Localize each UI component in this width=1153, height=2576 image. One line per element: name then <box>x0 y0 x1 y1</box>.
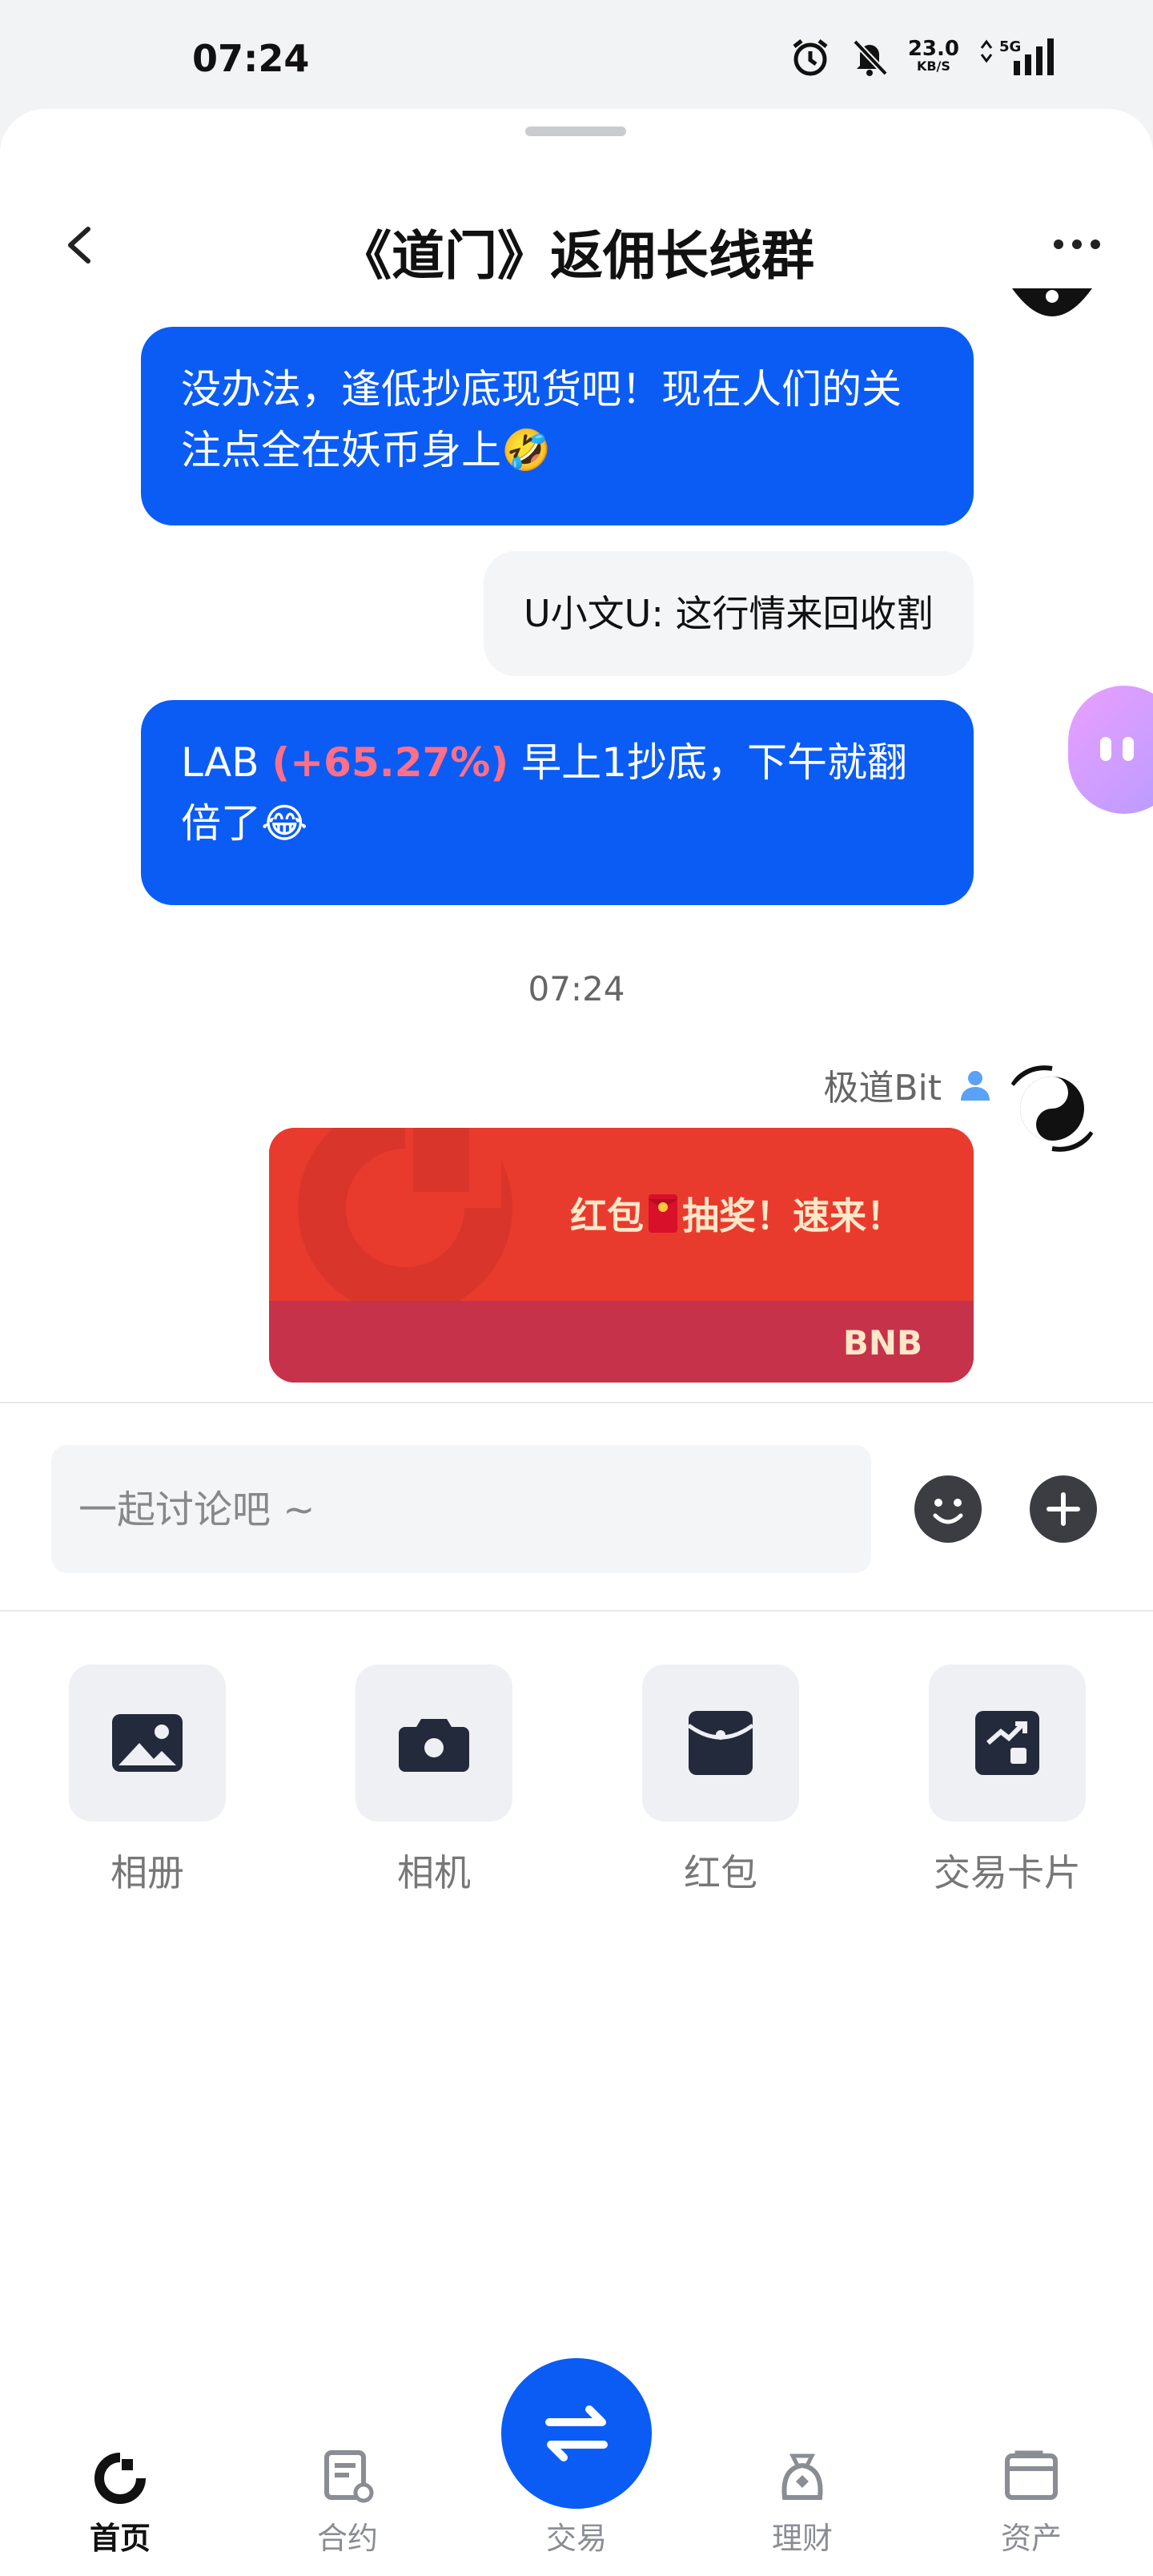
message-bubble[interactable]: LAB (+65.27%) 早上1抄底，下午就翻倍了😂 <box>141 700 974 905</box>
chat-header: 《道门》返佣长线群 <box>0 197 1153 293</box>
sender-name: 极道Bit <box>823 1068 942 1109</box>
finance-bag-icon <box>781 2453 823 2500</box>
bottom-tab-bar: 首页 合约 交易 理财 资产 <box>0 2347 1153 2576</box>
network-label: 5G <box>999 38 1021 55</box>
reply-text: U小文U: 这行情来回收割 <box>524 592 934 635</box>
chat-sheet: 《道门》返佣长线群 没办法，逢低抄底现货吧！现在人们的关注点全在妖币身上🤣 U小… <box>0 109 1153 2576</box>
tool-camera[interactable]: 相机 <box>356 1664 512 1897</box>
red-packet-text-after: 抽奖！速来！ <box>682 1194 903 1238</box>
tab-finance-label: 理财 <box>771 2521 833 2556</box>
message-input-box[interactable] <box>51 1445 871 1575</box>
plus-icon <box>1047 1492 1080 1526</box>
trade-fab[interactable] <box>501 2358 652 2509</box>
red-packet-text-before: 红包 <box>570 1194 644 1238</box>
message-timestamp: 07:24 <box>528 969 625 1008</box>
album-tile[interactable] <box>69 1664 226 1821</box>
tool-label: 红包 <box>684 1851 757 1894</box>
price-change[interactable]: (+65.27%) <box>271 739 508 786</box>
tab-assets[interactable]: 资产 <box>967 2448 1095 2558</box>
emoji-icon <box>933 1499 963 1524</box>
swap-arrows-icon <box>545 2405 608 2461</box>
tool-trade-card[interactable]: 交易卡片 <box>929 1664 1086 1897</box>
assistant-float-button[interactable] <box>1068 686 1153 814</box>
robot-eyes-icon <box>1100 737 1134 761</box>
contract-icon <box>324 2450 374 2503</box>
red-packet-icon <box>689 1711 753 1775</box>
red-packet-top: 红包 抽奖！速来！ <box>269 1128 974 1312</box>
tool-red-packet[interactable]: 红包 <box>642 1664 799 1897</box>
emoji-button[interactable] <box>914 1475 982 1543</box>
sender-row: 极道Bit <box>823 1059 993 1110</box>
trade-card-icon <box>975 1711 1039 1775</box>
red-envelope-icon <box>649 1194 677 1233</box>
tab-trade-label[interactable]: 交易 <box>496 2514 657 2558</box>
user-icon <box>961 1071 990 1101</box>
tab-contract[interactable]: 合约 <box>283 2448 412 2558</box>
composer-divider <box>0 1402 1153 1403</box>
reply-bubble[interactable]: U小文U: 这行情来回收割 <box>484 551 974 676</box>
user-avatar[interactable] <box>1004 288 1100 324</box>
message-text: 没办法，逢低抄底现货吧！现在人们的关注点全在妖币身上🤣 <box>181 366 902 473</box>
signal-5g-icon: 5G <box>980 38 1054 75</box>
wallet-icon <box>1005 2450 1058 2500</box>
red-packet-card[interactable]: 红包 抽奖！速来！ BNB <box>269 1128 974 1383</box>
status-icons: 23.0 KB/S 5G <box>789 37 1057 78</box>
sender-avatar[interactable] <box>1004 1061 1100 1157</box>
mute-icon <box>852 39 888 76</box>
message-text-prefix: LAB <box>181 739 272 786</box>
message-bubble[interactable]: 没办法，逢低抄底现货吧！现在人们的关注点全在妖币身上🤣 <box>141 327 974 525</box>
group-title: 《道门》返佣长线群 <box>339 225 814 287</box>
red-packet-footer: BNB <box>269 1301 974 1383</box>
red-packet-text: 红包 抽奖！速来！ <box>570 1187 903 1240</box>
watermark-logo-icon <box>298 1128 512 1312</box>
tab-home-label: 首页 <box>89 2521 151 2556</box>
trade-card-tile[interactable] <box>929 1664 1086 1821</box>
image-icon <box>112 1714 183 1772</box>
tab-finance[interactable]: 理财 <box>738 2448 866 2558</box>
tool-label: 交易卡片 <box>934 1851 1081 1894</box>
alarm-icon <box>793 39 828 76</box>
status-bar: 07:24 23.0 KB/S 5G <box>0 0 1153 112</box>
message-input[interactable] <box>77 1445 849 1575</box>
tab-assets-label: 资产 <box>1000 2521 1062 2556</box>
red-packet-tile[interactable] <box>642 1664 799 1821</box>
more-options-icon[interactable] <box>1049 224 1105 264</box>
network-speed: 23.0 KB/S <box>908 38 959 75</box>
tools-divider <box>0 1610 1153 1612</box>
camera-tile[interactable] <box>356 1664 512 1821</box>
tool-album[interactable]: 相册 <box>69 1664 226 1897</box>
add-attachment-button[interactable] <box>1030 1475 1097 1543</box>
tab-contract-label: 合约 <box>316 2521 378 2556</box>
status-time: 07:24 <box>192 37 310 80</box>
tool-label: 相册 <box>110 1851 184 1894</box>
camera-icon <box>399 1719 469 1772</box>
tab-home[interactable]: 首页 <box>56 2448 184 2558</box>
home-logo-icon <box>94 2451 147 2504</box>
drag-handle[interactable] <box>525 127 626 136</box>
red-packet-coin: BNB <box>842 1323 922 1362</box>
tool-label: 相机 <box>397 1851 471 1894</box>
